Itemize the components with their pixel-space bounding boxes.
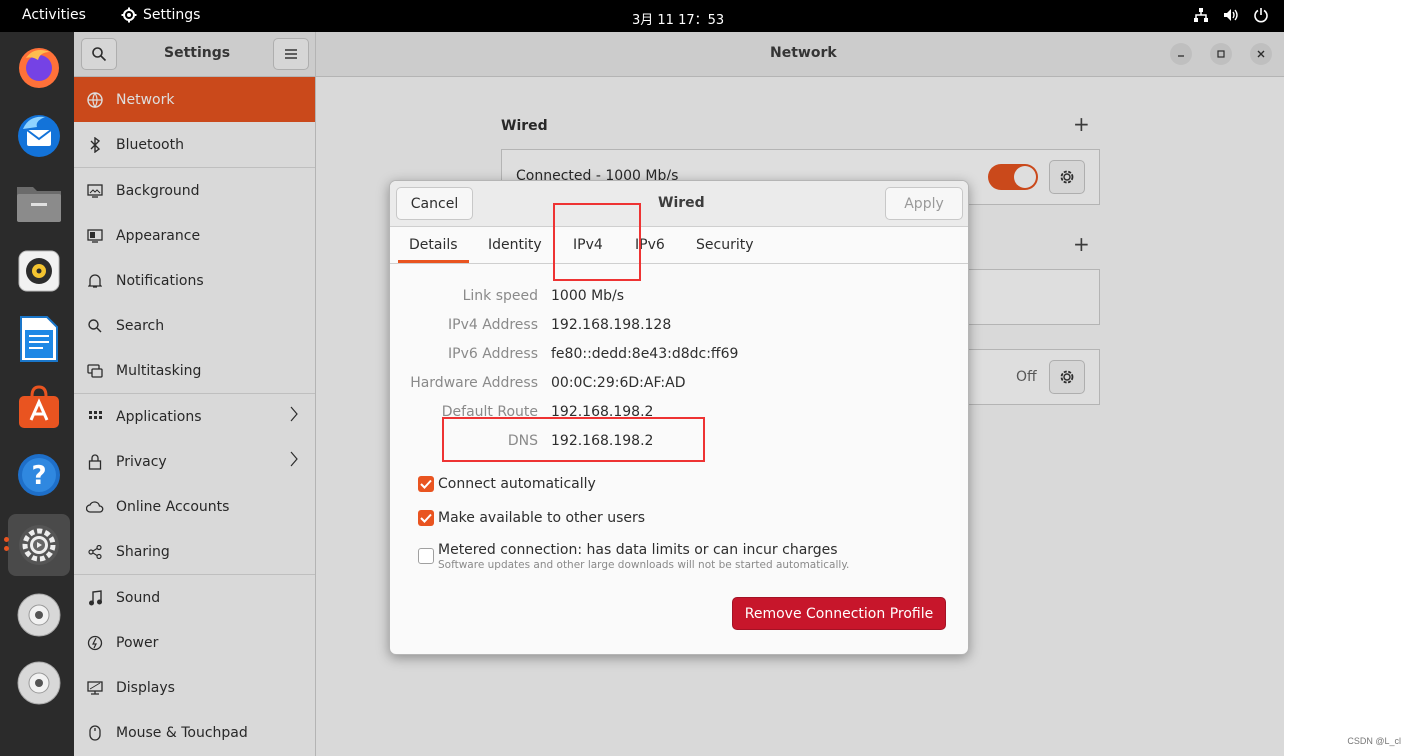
- gear-icon: [121, 7, 137, 23]
- activities-button[interactable]: Activities: [22, 7, 86, 23]
- tab-security[interactable]: Security: [696, 237, 754, 253]
- connect-automatically-label: Connect automatically: [438, 476, 596, 492]
- dns-value: 192.168.198.2: [551, 433, 654, 449]
- app-menu[interactable]: Settings: [121, 7, 200, 23]
- apply-button[interactable]: Apply: [885, 187, 963, 220]
- tab-ipv6[interactable]: IPv6: [635, 237, 665, 253]
- disc-icon[interactable]: [8, 652, 70, 714]
- dialog-header: Cancel Wired Apply: [390, 181, 968, 227]
- ipv4-address-value: 192.168.198.128: [551, 317, 672, 333]
- metered-description: Software updates and other large downloa…: [438, 559, 850, 571]
- clock[interactable]: 3月 11 17：53: [632, 9, 724, 28]
- remove-connection-profile-button[interactable]: Remove Connection Profile: [732, 597, 946, 630]
- detail-label: DNS: [507, 433, 538, 449]
- power-icon: [1254, 8, 1268, 23]
- running-indicator: [4, 537, 9, 542]
- app-grid-icon[interactable]: [8, 718, 70, 756]
- top-bar: Activities Settings 3月 11 17：53: [0, 0, 1284, 32]
- detail-label: Default Route: [441, 404, 538, 420]
- detail-label: IPv4 Address: [448, 317, 538, 333]
- software-icon[interactable]: [8, 376, 70, 438]
- svg-text:?: ?: [31, 461, 46, 491]
- link-speed-value: 1000 Mb/s: [551, 288, 625, 304]
- libreoffice-writer-icon[interactable]: [8, 308, 70, 370]
- app-menu-label: Settings: [143, 7, 201, 23]
- checkmark-icon: [420, 479, 432, 489]
- network-wired-icon: [1194, 8, 1208, 22]
- image-margin: CSDN @L_cl: [1284, 0, 1407, 756]
- detail-label: Hardware Address: [410, 375, 538, 391]
- default-route-value: 192.168.198.2: [551, 404, 654, 420]
- rhythmbox-icon[interactable]: [8, 240, 70, 302]
- system-tray[interactable]: [1193, 7, 1269, 23]
- volume-icon: [1224, 9, 1238, 21]
- metered-checkbox[interactable]: [418, 548, 434, 564]
- active-tab-indicator: [398, 260, 469, 263]
- connect-automatically-checkbox[interactable]: [418, 476, 434, 492]
- metered-label: Metered connection: has data limits or c…: [438, 542, 838, 558]
- dialog-tabs: Details Identity IPv4 IPv6 Security: [390, 227, 968, 264]
- details-labels: Link speed IPv4 Address IPv6 Address Har…: [398, 288, 538, 458]
- settings-icon[interactable]: [8, 514, 70, 576]
- hardware-address-value: 00:0C:29:6D:AF:AD: [551, 375, 686, 391]
- firefox-icon[interactable]: [8, 36, 70, 98]
- running-indicator: [4, 546, 9, 551]
- ipv6-address-value: fe80::dedd:8e43:d8dc:ff69: [551, 346, 739, 362]
- available-users-checkbox[interactable]: [418, 510, 434, 526]
- watermark: CSDN @L_cl: [1347, 736, 1401, 746]
- detail-label: IPv6 Address: [448, 346, 538, 362]
- files-icon[interactable]: [8, 172, 70, 234]
- available-users-label: Make available to other users: [438, 510, 646, 526]
- dock: ?: [0, 32, 74, 756]
- cancel-button[interactable]: Cancel: [396, 187, 473, 220]
- tab-details[interactable]: Details: [409, 237, 458, 253]
- checkmark-icon: [420, 513, 432, 523]
- help-icon[interactable]: ?: [8, 444, 70, 506]
- tab-ipv4[interactable]: IPv4: [573, 237, 603, 253]
- thunderbird-icon[interactable]: [8, 104, 70, 166]
- dialog-title: Wired: [658, 195, 705, 211]
- disc-icon[interactable]: [8, 584, 70, 646]
- detail-label: Link speed: [462, 288, 538, 304]
- wired-dialog: Cancel Wired Apply Details Identity IPv4…: [389, 180, 969, 655]
- desktop-screen: Activities Settings 3月 11 17：53 ? Settin…: [0, 0, 1284, 756]
- tab-identity[interactable]: Identity: [488, 237, 542, 253]
